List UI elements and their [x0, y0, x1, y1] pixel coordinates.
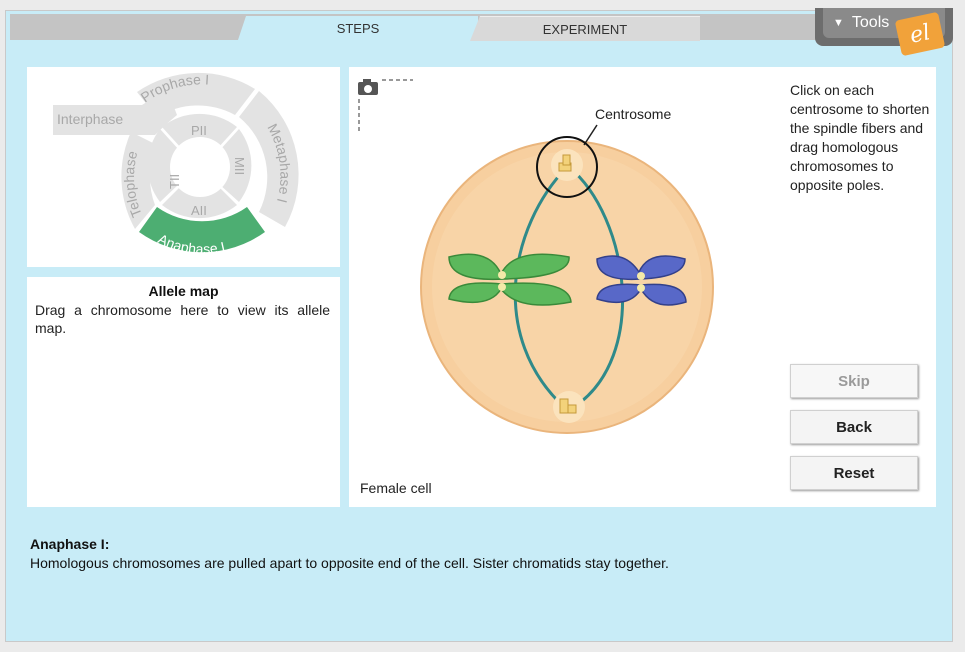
label-mii: MII	[232, 157, 247, 175]
allele-map-title: Allele map	[148, 283, 219, 299]
centrosome-bottom[interactable]	[553, 391, 585, 423]
triangle-down-icon: ▼	[833, 17, 844, 29]
label-pii: PII	[191, 123, 207, 138]
reset-button[interactable]: Reset	[790, 456, 918, 490]
phase-description: Anaphase I: Homologous chromosomes are p…	[30, 535, 930, 573]
back-button[interactable]: Back	[790, 410, 918, 444]
tab-experiment[interactable]: EXPERIMENT	[470, 16, 700, 41]
tools-label: Tools	[851, 14, 890, 31]
tab-steps[interactable]: STEPS	[238, 16, 478, 40]
cell-cycle-panel: Interphase Prophase I Metaphase I Teloph…	[25, 54, 340, 267]
allele-map-panel[interactable]: Allele map Drag a chromosome here to vie…	[27, 277, 340, 507]
label-interphase: Interphase	[57, 111, 123, 127]
instructions-text: Click on each centrosome to shorten the …	[790, 82, 930, 193]
label-aii: AII	[191, 203, 207, 218]
centrosome-top[interactable]	[551, 149, 583, 181]
cell-cycle-wheel: Interphase Prophase I Metaphase I Teloph…	[25, 54, 299, 257]
logo-text: el	[907, 19, 933, 49]
centrosome-label: Centrosome	[595, 106, 671, 122]
phase-heading: Anaphase I:	[30, 536, 110, 552]
allele-map-text: Drag a chromosome here to view its allel…	[35, 302, 330, 336]
cell-panel: Centrosome Click on each centrosome to s…	[349, 67, 936, 507]
cell-label: Female cell	[360, 480, 432, 496]
label-tii: TII	[167, 174, 182, 189]
phase-text: Homologous chromosomes are pulled apart …	[30, 555, 669, 571]
skip-button[interactable]: Skip	[790, 364, 918, 398]
cell-diagram: Centrosome	[420, 106, 714, 434]
